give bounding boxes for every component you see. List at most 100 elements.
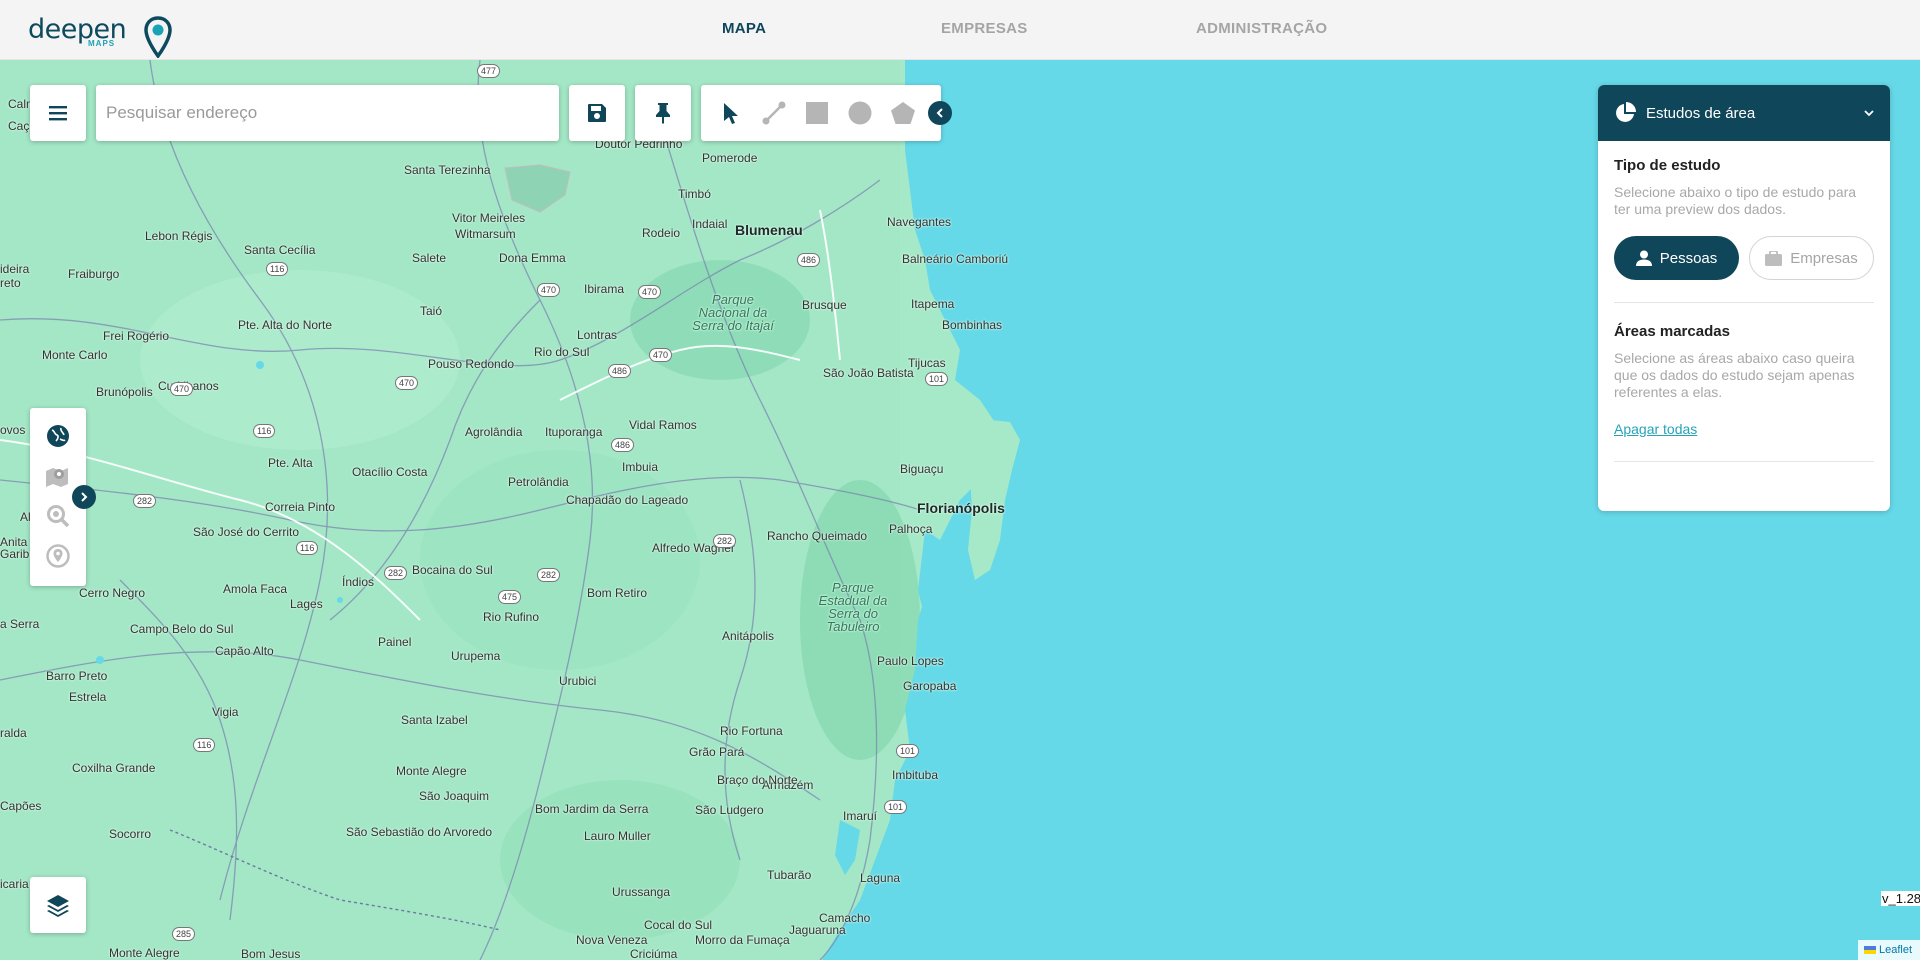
pin-button[interactable]: [635, 85, 691, 141]
marked-areas-description: Selecione as áreas abaixo caso queira qu…: [1614, 350, 1855, 400]
address-search-input[interactable]: [96, 85, 559, 141]
panel-divider-bottom: [1614, 461, 1874, 462]
map-place-label: Nova Veneza: [576, 933, 648, 947]
map-place-label: Fraiburgo: [68, 267, 120, 281]
map-place-label: Urupema: [451, 649, 501, 663]
map-place-label: Monte Carlo: [42, 348, 108, 362]
pessoas-label: Pessoas: [1659, 249, 1718, 267]
map-place-label: Palhoça: [889, 522, 933, 536]
globe-icon: [47, 425, 69, 447]
nav-tab-mapa[interactable]: MAPA: [722, 20, 766, 37]
road-shield: 486: [608, 364, 632, 378]
road-shield: 470: [170, 382, 194, 396]
map-place-label: Ibirama: [584, 282, 625, 296]
map-place-label: Vitor Meireles: [452, 211, 526, 225]
road-shield: 282: [713, 534, 737, 548]
map-place-label: Agrolândia: [465, 425, 523, 439]
map-place-label: Lages: [290, 597, 323, 611]
map-place-label: Urubici: [559, 674, 597, 688]
leaflet-attribution[interactable]: Leaflet: [1858, 940, 1920, 960]
chevron-down-icon: [1864, 109, 1874, 116]
location-pin-icon: [46, 544, 70, 568]
circle-icon: [848, 101, 872, 125]
pessoas-button[interactable]: Pessoas: [1614, 236, 1739, 280]
pentagon-icon: [891, 102, 915, 124]
map-place-label: Monte Alegre: [396, 764, 467, 778]
road-shield: 101: [896, 744, 920, 758]
road-shield: 282: [133, 494, 157, 508]
map-place-label: Imaruí: [843, 809, 878, 823]
line-tool[interactable]: [760, 99, 788, 127]
map-place-label: Ituporanga: [545, 425, 603, 439]
map-place-label: Barro Preto: [46, 669, 108, 683]
polygon-tool[interactable]: [889, 99, 917, 127]
map-place-label: Braço do Norte: [717, 773, 798, 787]
map-place-label: Petrolândia: [508, 475, 569, 489]
layers-icon: [47, 895, 69, 917]
road-shield: 475: [498, 590, 522, 604]
version-label: v_1.28: [1881, 891, 1920, 906]
ukraine-flag-icon: [1864, 946, 1876, 954]
zoom-search-tool[interactable]: [44, 502, 72, 530]
map-place-label: Bocaina do Sul: [412, 563, 493, 577]
nav-tab-administracao[interactable]: ADMINISTRAÇÃO: [1196, 20, 1327, 37]
map-marker-tool[interactable]: [44, 462, 72, 490]
map-place-label: Socorro: [109, 827, 152, 841]
map-place-label: Rio Fortuna: [720, 724, 783, 738]
map-place-label: Vigia: [212, 705, 239, 719]
pie-chart-icon: [1616, 102, 1636, 122]
area-studies-header[interactable]: Estudos de área: [1598, 85, 1890, 141]
map-place-label: Correia Pinto: [265, 500, 336, 514]
map-place-label: Brusque: [802, 298, 847, 312]
globe-tool[interactable]: [44, 422, 72, 450]
rectangle-tool[interactable]: [803, 99, 831, 127]
square-icon: [806, 102, 828, 124]
map-place-label: Bom Jesus: [241, 947, 301, 960]
marked-areas-title: Áreas marcadas: [1614, 323, 1730, 340]
map-place-label: Grão Pará: [689, 745, 745, 759]
map-place-label: Rancho Queimado: [767, 529, 868, 543]
map-place-label: Anitápolis: [722, 629, 775, 643]
road-shield: 285: [172, 927, 196, 941]
map-place-label: São Ludgero: [695, 803, 764, 817]
address-search-box[interactable]: [96, 85, 559, 141]
clear-all-link[interactable]: Apagar todas: [1614, 421, 1697, 437]
area-studies-panel: Estudos de área Tipo de estudo Selecione…: [1598, 85, 1890, 511]
deepen-maps-logo[interactable]: deepen MAPS: [28, 12, 172, 58]
line-icon: [762, 101, 786, 125]
map-place-label: icaria: [0, 877, 29, 891]
save-button[interactable]: [569, 85, 625, 141]
pushpin-icon: [656, 103, 670, 124]
map-place-label: ralda: [0, 726, 27, 740]
map-place-label: Otacílio Costa: [352, 465, 428, 479]
select-tool[interactable]: [717, 99, 745, 127]
expand-sidebar-button[interactable]: [72, 485, 96, 509]
study-type-options: Pessoas Empresas: [1614, 236, 1874, 280]
person-icon: [1635, 250, 1652, 266]
map-place-label: Capão Alto: [215, 644, 274, 658]
circle-tool[interactable]: [846, 99, 874, 127]
map-place-label: Camacho: [819, 911, 871, 925]
road-shield: 486: [611, 438, 635, 452]
map-place-label: Pouso Redondo: [428, 357, 515, 371]
floppy-disk-icon: [588, 104, 606, 122]
layers-button[interactable]: [30, 877, 86, 933]
map-place-label: Vidal Ramos: [629, 418, 697, 432]
map-place-label: ideira: [0, 262, 30, 276]
drawing-toolbar: [701, 85, 941, 141]
menu-button[interactable]: [30, 85, 86, 141]
map-place-label: Morro da Fumaça: [695, 933, 790, 947]
empresas-label: Empresas: [1790, 249, 1858, 267]
map-place-label: Tubarão: [767, 868, 812, 882]
road-shield: 116: [296, 541, 319, 555]
map-place-label: Imbuia: [622, 460, 659, 474]
map-place-label: Rio do Sul: [534, 345, 590, 359]
collapse-toolbar-button[interactable]: [928, 101, 952, 125]
map-place-label: São João Batista: [823, 366, 914, 380]
map-place-label: Pomerode: [702, 151, 758, 165]
map-place-label: Taió: [420, 304, 443, 318]
nav-tab-empresas[interactable]: EMPRESAS: [941, 20, 1028, 37]
location-tool[interactable]: [44, 542, 72, 570]
empresas-button[interactable]: Empresas: [1748, 236, 1874, 280]
map-place-label: Cocal do Sul: [644, 918, 713, 932]
